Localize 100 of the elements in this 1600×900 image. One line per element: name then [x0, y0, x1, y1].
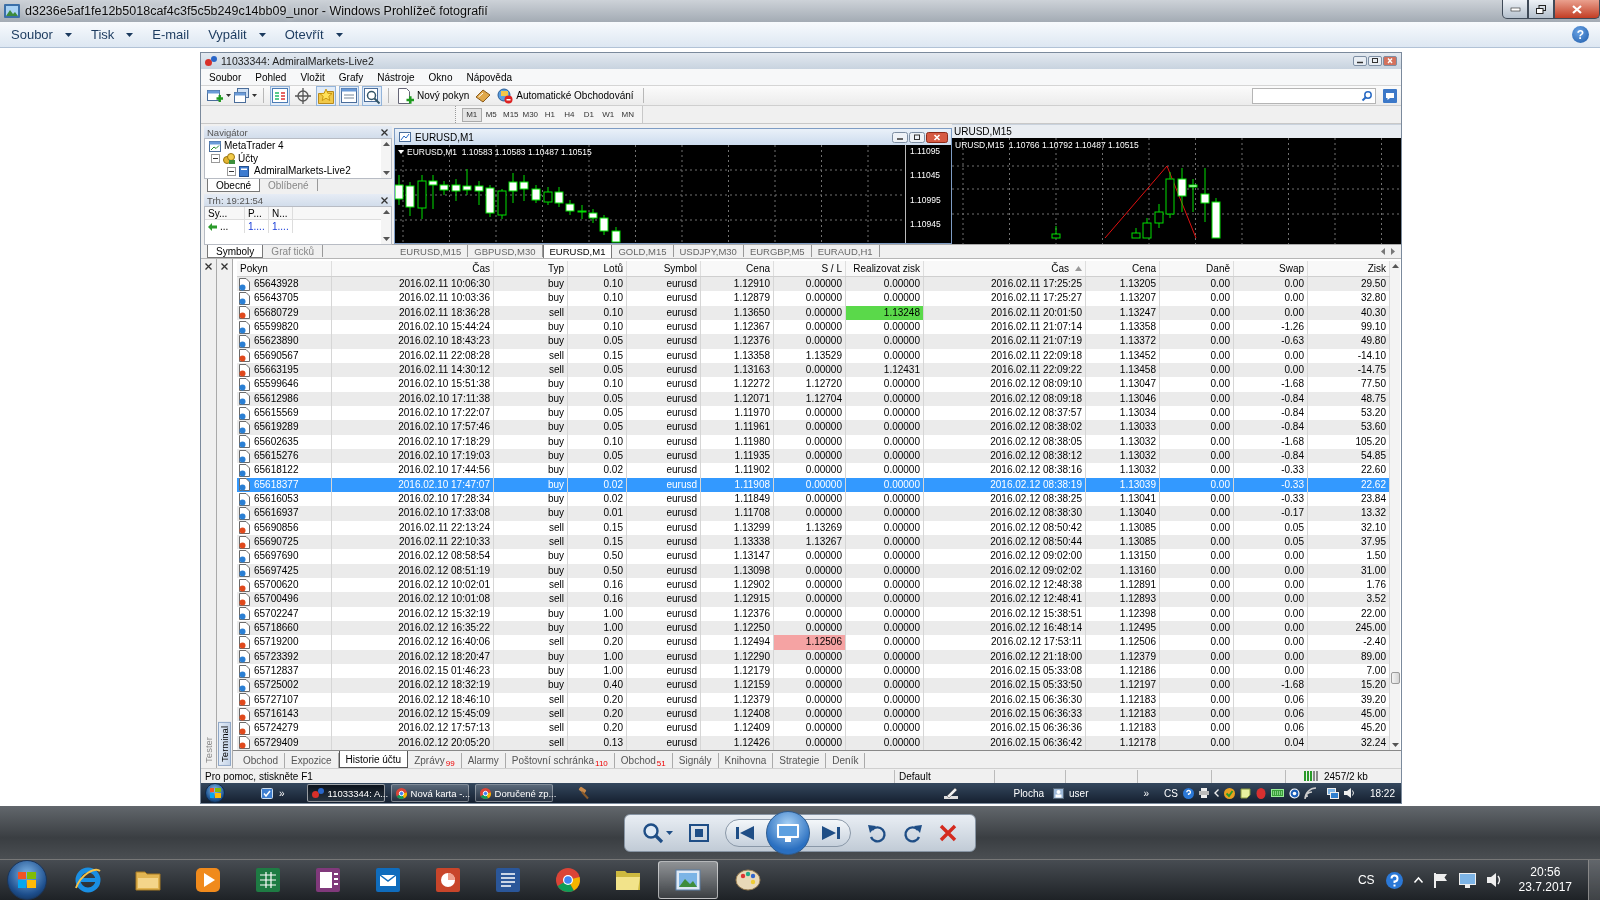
- mouse-icon[interactable]: [1255, 787, 1266, 799]
- note-icon[interactable]: [1239, 787, 1251, 799]
- network-icon[interactable]: [1458, 872, 1476, 888]
- menu-item[interactable]: Tisk: [83, 22, 146, 47]
- column-header[interactable]: Cena: [1086, 261, 1160, 276]
- chevron-left-icon[interactable]: [1213, 789, 1219, 797]
- menu-item[interactable]: Soubor: [202, 69, 249, 85]
- column-header[interactable]: Typ: [494, 261, 568, 276]
- tree-item[interactable]: MetaTrader 4: [224, 140, 284, 153]
- help-icon[interactable]: [1385, 871, 1403, 889]
- more-button[interactable]: »: [279, 787, 285, 799]
- more-button[interactable]: »: [1143, 787, 1150, 799]
- table-row[interactable]: 65725002 2016.02.12 18:32:19 buy 0.40 eurusd 1.12159 0.00000 0.00000 2016.02.15 05:33:50 1.12197 0.00 -1.68 15.20: [237, 678, 1390, 693]
- network-icon[interactable]: [1326, 787, 1339, 799]
- collapse-box-icon[interactable]: [227, 166, 236, 176]
- show-desktop-icon[interactable]: [261, 787, 273, 799]
- caret-icon[interactable]: [666, 830, 673, 835]
- column-header[interactable]: P...: [245, 206, 269, 220]
- auto-trading-button[interactable]: Automatické Obchodování: [494, 87, 637, 104]
- table-row[interactable]: 65623890 2016.02.10 18:43:23 buy 0.05 eurusd 1.12376 0.00000 0.00000 2016.02.11 21:07:19 1.13372 0.00 -0.63 49.80: [237, 334, 1390, 349]
- tree-item[interactable]: AdmiralMarkets-Live2: [254, 165, 351, 178]
- scroll-up-icon[interactable]: [382, 210, 390, 214]
- tab[interactable]: Signály: [672, 753, 719, 768]
- tab[interactable]: Strategie: [773, 753, 827, 768]
- column-header[interactable]: N...: [269, 206, 293, 220]
- menu-item[interactable]: Nástroje: [370, 69, 422, 85]
- timeframe-button[interactable]: M15: [501, 107, 521, 122]
- previous-icon[interactable]: [736, 825, 754, 840]
- next-icon[interactable]: [822, 825, 840, 840]
- timeframe-button[interactable]: D1: [579, 107, 599, 122]
- dropdown-triangle-icon[interactable]: [398, 150, 404, 154]
- table-row[interactable]: 65619289 2016.02.10 17:57:46 buy 0.05 eurusd 1.11961 0.00000 0.00000 2016.02.12 08:38:02 1.13033 0.00 -0.84 53.60: [237, 420, 1390, 435]
- tab[interactable]: GBPUSD,M30: [468, 245, 543, 257]
- close-button[interactable]: [1554, 0, 1600, 19]
- maximize-icon[interactable]: [1368, 56, 1382, 66]
- table-row[interactable]: 65716143 2016.02.12 15:45:09 sell 0.20 eurusd 1.12408 0.00000 0.00000 2016.02.15 06:36:33 1.12183 0.00 0.06 45.00: [237, 706, 1390, 722]
- column-header[interactable]: Swap: [1234, 261, 1308, 276]
- column-header[interactable]: Sy...: [205, 206, 245, 220]
- minimize-icon[interactable]: [892, 131, 908, 143]
- menu-item[interactable]: E-mail: [145, 22, 202, 47]
- scroll-left-icon[interactable]: [1381, 248, 1385, 255]
- scroll-up-icon[interactable]: [382, 142, 390, 146]
- clock-time[interactable]: 18:22: [1369, 787, 1395, 799]
- tab[interactable]: GOLD,M15: [612, 245, 674, 257]
- column-header[interactable]: Čas: [332, 261, 494, 276]
- table-row[interactable]: 65643928 2016.02.11 10:06:30 buy 0.10 eurusd 1.12910 0.00000 0.00000 2016.02.11 17:25:25 1.13205 0.00 0.00 29.50: [237, 277, 1390, 292]
- tab[interactable]: Symboly: [207, 245, 264, 258]
- fit-window-icon[interactable]: [689, 823, 709, 842]
- delete-icon[interactable]: [939, 823, 957, 842]
- close-icon[interactable]: [221, 263, 228, 270]
- table-row[interactable]: 65690856 2016.02.11 22:13:24 sell 0.15 eurusd 1.13299 1.13269 0.00000 2016.02.12 08:50:42 1.13085 0.00 0.05 32.10: [237, 520, 1390, 535]
- help-icon[interactable]: [1182, 787, 1194, 799]
- close-icon[interactable]: [205, 263, 212, 270]
- scroll-down-icon[interactable]: [382, 171, 390, 175]
- start-button[interactable]: [7, 860, 47, 900]
- toggle-button[interactable]: [339, 85, 359, 106]
- flag-icon[interactable]: [1433, 872, 1448, 888]
- scroll-right-icon[interactable]: [1391, 248, 1395, 255]
- language-indicator[interactable]: CS: [1164, 787, 1178, 799]
- timeframe-button[interactable]: M1: [462, 107, 482, 122]
- zoom-icon[interactable]: [643, 822, 663, 843]
- table-row[interactable]: 65700496 2016.02.12 10:01:08 sell 0.16 eurusd 1.12915 0.00000 0.00000 2016.02.12 12:48:41 1.12893 0.00 0.00 3.52: [237, 592, 1390, 607]
- scroll-down-icon[interactable]: [382, 237, 390, 241]
- tab[interactable]: Obecné: [207, 179, 261, 192]
- check-circle-icon[interactable]: [1223, 787, 1235, 799]
- new-chart-icon[interactable]: [207, 87, 223, 104]
- show-desktop-button[interactable]: [1588, 860, 1600, 900]
- clock-date[interactable]: 23.7.2017: [1518, 880, 1572, 895]
- menu-item[interactable]: Grafy: [331, 69, 371, 85]
- scrollbar[interactable]: [381, 207, 391, 244]
- user-label[interactable]: user: [1069, 787, 1089, 799]
- speaker-icon[interactable]: [1343, 788, 1355, 798]
- tab[interactable]: EURGBP,M5: [743, 245, 812, 257]
- minimize-icon[interactable]: [1353, 56, 1367, 66]
- table-row[interactable]: 65663195 2016.02.11 14:30:12 sell 0.05 eurusd 1.13163 0.00000 1.12431 2016.02.11 22:09:22 1.13458 0.00 0.00 -14.75: [237, 362, 1390, 378]
- tree-item[interactable]: Účty: [238, 152, 258, 165]
- scroll-thumb[interactable]: [1390, 672, 1400, 685]
- table-row[interactable]: 65724279 2016.02.12 17:57:13 sell 0.20 eurusd 1.12409 0.00000 0.00000 2016.02.15 06:36:36 1.12183 0.00 0.06 45.20: [237, 721, 1390, 736]
- table-row[interactable]: 65643705 2016.02.11 10:03:36 buy 0.10 eurusd 1.12879 0.00000 0.00000 2016.02.11 17:25:27 1.13207 0.00 0.00 32.80: [237, 291, 1390, 306]
- table-row[interactable]: 65680729 2016.02.11 18:36:28 sell 0.10 eurusd 1.13650 0.00000 1.13248 2016.02.11 20:01:50 1.13247 0.00 0.00 40.30: [237, 305, 1390, 320]
- tab[interactable]: Expozice: [285, 753, 339, 768]
- table-row[interactable]: 65690567 2016.02.11 22:08:28 sell 0.15 eurusd 1.13358 1.13529 0.00000 2016.02.11 22:09:18 1.13452 0.00 0.00 -14.10: [237, 348, 1390, 363]
- user-folder-icon[interactable]: [1053, 787, 1065, 799]
- table-row[interactable]: 65718660 2016.02.12 16:35:22 buy 1.00 eurusd 1.12250 0.00000 0.00000 2016.02.12 16:48:14 1.12495 0.00 0.00 245.00: [237, 620, 1390, 636]
- timeframe-button[interactable]: M30: [520, 107, 540, 122]
- close-icon[interactable]: [381, 128, 388, 136]
- side-tab[interactable]: Terminal: [218, 722, 231, 766]
- rotate-left-icon[interactable]: [867, 822, 887, 843]
- table-row[interactable]: 65723392 2016.02.12 18:20:47 buy 1.00 eurusd 1.12290 0.00000 0.00000 2016.02.12 21:18:00 1.12379 0.00 0.00 89.00: [237, 649, 1390, 664]
- scrollbar[interactable]: [381, 139, 391, 178]
- column-header[interactable]: Čas: [924, 261, 1086, 276]
- table-row[interactable]: 65697425 2016.02.12 08:51:19 buy 0.50 eurusd 1.13098 0.00000 0.00000 2016.02.12 09:02:02 1.13160 0.00 0.00 31.00: [237, 563, 1390, 578]
- table-row[interactable]: 65616937 2016.02.10 17:33:08 buy 0.01 eurusd 1.11708 0.00000 0.00000 2016.02.12 08:38:30 1.13040 0.00 -0.17 13.32: [237, 506, 1390, 521]
- search-field[interactable]: [1252, 87, 1376, 104]
- column-header[interactable]: Lotů: [568, 261, 627, 276]
- close-icon[interactable]: [381, 196, 388, 204]
- tab[interactable]: USDJPY,M30: [673, 245, 744, 257]
- rotate-right-icon[interactable]: [903, 822, 923, 843]
- column-header[interactable]: Cena: [701, 261, 774, 276]
- menu-item[interactable]: Soubor: [4, 22, 84, 47]
